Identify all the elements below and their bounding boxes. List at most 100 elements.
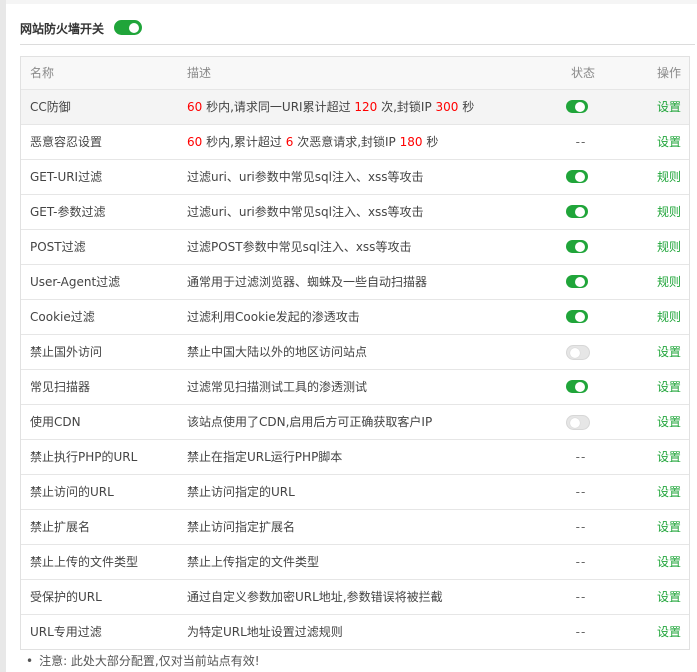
rules-link[interactable]: 规则	[657, 310, 681, 324]
rule-name: 使用CDN	[30, 415, 81, 429]
rule-op-cell: 设置	[641, 335, 681, 369]
toggle-knob	[570, 417, 580, 428]
rule-description: 通过自定义参数加密URL地址,参数错误将被拦截	[187, 590, 443, 604]
status-toggle[interactable]	[566, 205, 588, 218]
status-dash: --	[575, 590, 587, 604]
settings-link[interactable]: 设置	[657, 100, 681, 114]
table-row: Cookie过滤 过滤利用Cookie发起的渗透攻击 规则	[21, 300, 689, 335]
settings-link[interactable]: 设置	[657, 135, 681, 149]
rule-name: Cookie过滤	[30, 310, 95, 324]
toggle-knob	[575, 311, 585, 322]
toggle-knob	[570, 347, 580, 358]
table-row: 禁止执行PHP的URL 禁止在指定URL运行PHP脚本 -- 设置	[21, 440, 689, 475]
rule-name: 恶意容忍设置	[30, 135, 103, 149]
rule-description: 通常用于过滤浏览器、蜘蛛及一些自动扫描器	[187, 275, 428, 289]
rule-description: 为特定URL地址设置过滤规则	[187, 625, 343, 639]
rule-op-cell: 规则	[641, 230, 681, 264]
rule-status	[561, 160, 601, 194]
settings-link[interactable]: 设置	[657, 590, 681, 604]
status-dash: --	[575, 625, 587, 639]
rule-status	[561, 90, 601, 124]
rule-op-cell: 规则	[641, 265, 681, 299]
table-header-row: 名称 描述 状态 操作	[21, 57, 689, 90]
rule-description: 禁止上传指定的文件类型	[187, 555, 320, 569]
status-toggle[interactable]	[566, 415, 590, 430]
rule-number: 120	[354, 100, 378, 114]
waf-header: 网站防火墙开关	[20, 14, 695, 45]
rule-description: 禁止中国大陆以外的地区访问站点	[187, 345, 368, 359]
rule-description: 过滤常见扫描测试工具的渗透测试	[187, 380, 368, 394]
rule-description: 禁止访问指定的URL	[187, 485, 295, 499]
status-toggle[interactable]	[566, 310, 588, 323]
col-header-status: 状态	[570, 66, 595, 80]
col-header-desc: 描述	[187, 66, 212, 80]
rule-status	[561, 195, 601, 229]
rule-description: 60 秒内,请求同一URI累计超过 120 次,封锁IP 300 秒	[187, 90, 474, 124]
rule-name: 常见扫描器	[30, 380, 91, 394]
toggle-knob	[575, 241, 585, 252]
rule-desc-text: 秒	[422, 135, 439, 149]
rule-op-cell: 规则	[641, 300, 681, 334]
rule-op-cell: 设置	[641, 510, 681, 544]
settings-link[interactable]: 设置	[657, 625, 681, 639]
waf-master-toggle[interactable]	[114, 20, 142, 35]
rules-link[interactable]: 规则	[657, 240, 681, 254]
table-row: 常见扫描器 过滤常见扫描测试工具的渗透测试 设置	[21, 370, 689, 405]
rule-desc-text: 次恶意请求,封锁IP	[293, 135, 400, 149]
table-row: 禁止上传的文件类型 禁止上传指定的文件类型 -- 设置	[21, 545, 689, 580]
status-toggle[interactable]	[566, 345, 590, 360]
col-header-op: 操作	[656, 66, 681, 80]
status-dash: --	[575, 520, 587, 534]
status-toggle[interactable]	[566, 275, 588, 288]
rule-op-cell: 规则	[641, 160, 681, 194]
status-toggle[interactable]	[566, 100, 588, 113]
rules-link[interactable]: 规则	[657, 170, 681, 184]
rule-desc-text: 次,封锁IP	[377, 100, 436, 114]
rules-link[interactable]: 规则	[657, 205, 681, 219]
rule-op-cell: 设置	[641, 545, 681, 579]
waf-rules-table: 名称 描述 状态 操作 CC防御 60 秒内,请求同一URI累计超过 120 次,…	[20, 56, 690, 650]
rule-description: 过滤uri、uri参数中常见sql注入、xss等攻击	[187, 170, 424, 184]
status-dash: --	[575, 450, 587, 464]
rules-link[interactable]: 规则	[657, 275, 681, 289]
settings-link[interactable]: 设置	[657, 485, 681, 499]
rule-status	[561, 405, 601, 439]
bullet-icon: •	[26, 654, 34, 668]
rule-description: 过滤POST参数中常见sql注入、xss等攻击	[187, 240, 412, 254]
table-row: 禁止扩展名 禁止访问指定扩展名 -- 设置	[21, 510, 689, 545]
settings-link[interactable]: 设置	[657, 555, 681, 569]
table-row: GET-参数过滤 过滤uri、uri参数中常见sql注入、xss等攻击 规则	[21, 195, 689, 230]
settings-link[interactable]: 设置	[657, 380, 681, 394]
rule-desc-text: 秒内,累计超过	[202, 135, 286, 149]
toggle-knob	[575, 171, 585, 182]
rule-op-cell: 设置	[641, 90, 681, 124]
status-toggle[interactable]	[566, 240, 588, 253]
table-row: CC防御 60 秒内,请求同一URI累计超过 120 次,封锁IP 300 秒 设置	[21, 90, 689, 125]
rule-op-cell: 设置	[641, 475, 681, 509]
footer-note: • 注意: 此处大部分配置,仅对当前站点有效!	[26, 652, 260, 669]
rule-status: --	[561, 475, 601, 509]
table-row: POST过滤 过滤POST参数中常见sql注入、xss等攻击 规则	[21, 230, 689, 265]
rule-op-cell: 设置	[641, 440, 681, 474]
waf-title: 网站防火墙开关	[20, 22, 105, 36]
col-header-name: 名称	[30, 66, 55, 80]
status-toggle[interactable]	[566, 170, 588, 183]
rule-name: CC防御	[30, 100, 71, 114]
status-dash: --	[575, 135, 587, 149]
settings-link[interactable]: 设置	[657, 450, 681, 464]
toggle-knob	[575, 101, 585, 112]
rule-description: 该站点使用了CDN,启用后方可正确获取客户IP	[187, 415, 433, 429]
settings-link[interactable]: 设置	[657, 345, 681, 359]
rule-op-cell: 规则	[641, 195, 681, 229]
settings-link[interactable]: 设置	[657, 520, 681, 534]
rule-name: User-Agent过滤	[30, 275, 121, 289]
toggle-knob	[129, 22, 139, 33]
rule-description: 禁止访问指定扩展名	[187, 520, 296, 534]
rule-number: 180	[399, 135, 423, 149]
toggle-knob	[575, 381, 585, 392]
status-toggle[interactable]	[566, 380, 588, 393]
settings-link[interactable]: 设置	[657, 415, 681, 429]
footer-note-text: 注意: 此处大部分配置,仅对当前站点有效!	[39, 654, 260, 668]
rule-op-cell: 设置	[641, 405, 681, 439]
status-dash: --	[575, 555, 587, 569]
